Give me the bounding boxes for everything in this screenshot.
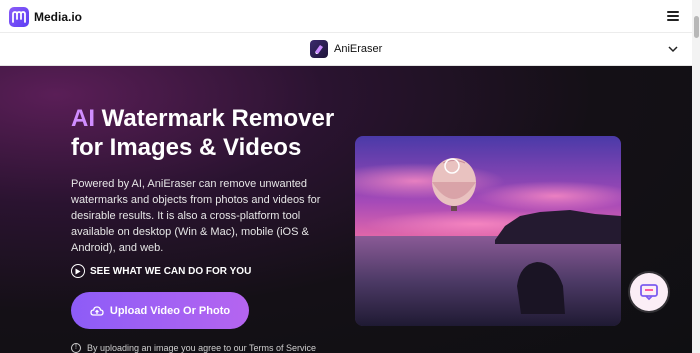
upload-button-label: Upload Video Or Photo bbox=[109, 304, 231, 317]
anieraser-icon bbox=[310, 40, 328, 58]
hero-title: AI Watermark Remover for Images & Videos bbox=[71, 104, 361, 162]
hero-title-line1: Watermark Remover bbox=[95, 105, 335, 132]
brand-name[interactable]: Media.io bbox=[34, 10, 82, 24]
top-nav-bar: Media.io bbox=[0, 0, 692, 33]
cloud-upload-icon bbox=[90, 305, 104, 316]
terms-note: ! By uploading an image you agree to our… bbox=[71, 343, 316, 353]
product-name: AniEraser bbox=[334, 43, 383, 55]
info-icon: ! bbox=[71, 343, 81, 353]
media-io-logo-icon[interactable] bbox=[9, 7, 29, 27]
hero-section: AI Watermark Remover for Images & Videos … bbox=[0, 66, 692, 353]
see-what-we-can-do-link[interactable]: SEE WHAT WE CAN DO FOR YOU bbox=[71, 264, 251, 278]
chat-support-icon[interactable] bbox=[630, 273, 668, 311]
hero-title-accent: AI bbox=[71, 105, 95, 132]
hero-description: Powered by AI, AniEraser can remove unwa… bbox=[71, 178, 321, 254]
play-icon bbox=[71, 264, 85, 278]
scrollbar-thumb[interactable] bbox=[694, 16, 699, 38]
hero-title-line2: for Images & Videos bbox=[71, 134, 302, 161]
hamburger-menu-icon[interactable] bbox=[667, 11, 679, 21]
hot-air-balloon-sunset-photo bbox=[355, 136, 621, 326]
upload-button[interactable]: Upload Video Or Photo bbox=[71, 292, 249, 329]
product-selector[interactable]: AniEraser bbox=[0, 33, 692, 66]
see-link-label: SEE WHAT WE CAN DO FOR YOU bbox=[90, 265, 252, 277]
terms-text: By uploading an image you agree to our T… bbox=[87, 343, 316, 353]
chevron-down-icon[interactable] bbox=[668, 45, 678, 53]
scrollbar[interactable] bbox=[692, 0, 700, 353]
